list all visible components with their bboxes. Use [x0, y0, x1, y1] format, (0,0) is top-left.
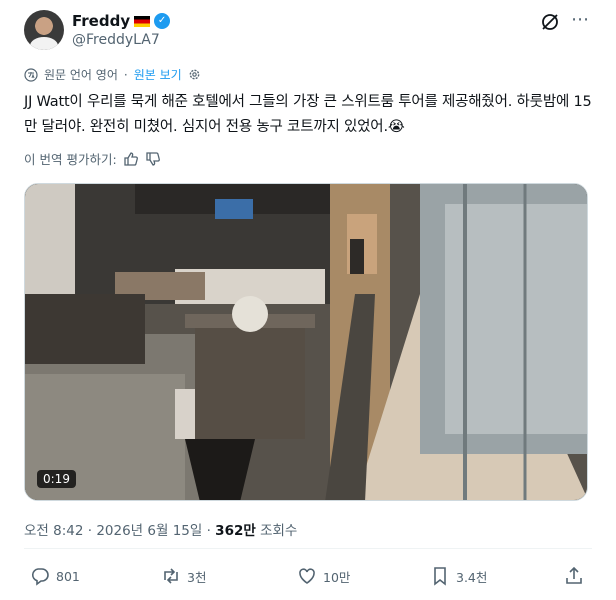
bookmark-icon	[434, 567, 446, 586]
reply-icon	[31, 568, 49, 586]
author-handle[interactable]: @FreddyLA7	[72, 32, 160, 48]
share-icon	[566, 566, 582, 584]
translate-icon	[24, 67, 38, 82]
tweet-text: JJ Watt이 우리를 묵게 해준 호텔에서 그들의 가장 큰 스위트룸 투어…	[24, 94, 592, 135]
heart-icon	[299, 568, 315, 584]
bookmark-count: 3.4천	[456, 569, 488, 585]
tweet-meta: 오전 8:42 · 2026년 6월 15일 · 362만 조회수	[24, 519, 297, 539]
action-bar: 801 3천 10만 3.4천	[24, 566, 592, 594]
rate-translation-row: 이 번역 평가하기:	[24, 149, 161, 168]
tweet-header: Freddy ✓ @FreddyLA7 ⋯	[24, 10, 592, 54]
tweet-timestamp[interactable]: 오전 8:42 · 2026년 6월 15일 ·	[24, 523, 215, 539]
rate-translation-label: 이 번역 평가하기:	[24, 152, 117, 167]
reply-button[interactable]: 801	[30, 566, 80, 586]
views-label: 조회수	[255, 523, 298, 539]
video-player[interactable]: 0:19	[24, 183, 588, 501]
divider	[24, 548, 592, 549]
video-thumbnail	[25, 184, 587, 500]
share-button[interactable]	[564, 566, 584, 586]
like-count: 10만	[323, 569, 351, 585]
germany-flag-icon	[134, 15, 151, 27]
translation-source-label: 원문 언어 영어	[44, 68, 118, 82]
more-options-icon[interactable]: ⋯	[568, 10, 592, 34]
bookmark-button[interactable]: 3.4천	[430, 566, 487, 586]
retweet-icon	[164, 568, 178, 584]
verified-badge-icon: ✓	[154, 13, 171, 29]
thumbs-up-icon[interactable]	[123, 151, 139, 167]
translation-info-row: 원문 언어 영어 · 원본 보기	[24, 66, 201, 83]
translation-separator: ·	[123, 67, 128, 82]
video-duration: 0:19	[37, 470, 76, 488]
thumbs-down-icon[interactable]	[145, 151, 161, 167]
reply-count: 801	[56, 568, 80, 584]
show-original-link[interactable]: 원본 보기	[134, 66, 182, 83]
author-name[interactable]: Freddy	[72, 12, 130, 30]
author-name-row: Freddy ✓	[72, 12, 171, 30]
gear-icon[interactable]	[188, 68, 201, 81]
like-button[interactable]: 10만	[297, 566, 350, 586]
views-count: 362만	[215, 523, 256, 539]
avatar[interactable]	[24, 10, 64, 50]
retweet-count: 3천	[187, 569, 207, 585]
retweet-button[interactable]: 3천	[161, 566, 206, 586]
grok-icon[interactable]	[540, 12, 560, 32]
